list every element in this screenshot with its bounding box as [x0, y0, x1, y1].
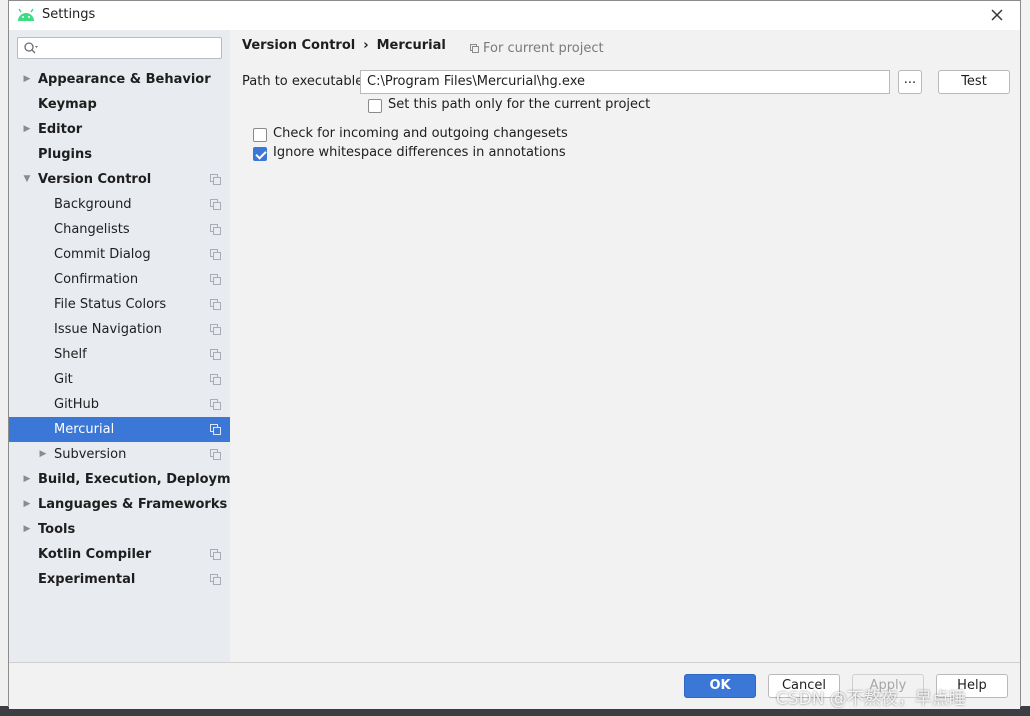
breadcrumb-separator: › — [363, 38, 369, 53]
ok-button[interactable]: OK — [684, 674, 756, 698]
sidebar-item[interactable]: File Status Colors — [9, 292, 230, 317]
sidebar-item[interactable]: ▶ Appearance & Behavior — [9, 67, 230, 92]
project-scope-icon — [210, 574, 221, 585]
sidebar-item[interactable]: GitHub — [9, 392, 230, 417]
search-input[interactable] — [17, 37, 222, 59]
project-scope-icon — [210, 224, 221, 235]
sidebar-item-label: Plugins — [38, 147, 92, 162]
sidebar-item-label: Languages & Frameworks — [38, 497, 228, 512]
ignore-whitespace-label: Ignore whitespace differences in annotat… — [273, 145, 566, 160]
sidebar-item-label: Experimental — [38, 572, 136, 587]
breadcrumb-current: Mercurial — [376, 38, 446, 53]
project-scope-icon — [210, 399, 221, 410]
sidebar-item[interactable]: Experimental — [9, 567, 230, 592]
expand-arrow-icon[interactable]: ▶ — [21, 517, 33, 542]
close-icon — [991, 9, 1003, 21]
settings-dialog: Settings ▶ Appearance & Behavior Keymap ▶ Ed… — [8, 0, 1021, 709]
check-incoming-checkbox[interactable] — [253, 128, 267, 142]
android-logo-icon — [18, 8, 34, 21]
browse-button[interactable]: ... — [898, 70, 922, 94]
sidebar-item[interactable]: Background — [9, 192, 230, 217]
sidebar-item-label: Tools — [38, 522, 76, 537]
title-bar: Settings — [9, 1, 1020, 30]
project-scope-icon — [210, 274, 221, 285]
sidebar-item[interactable]: ▼ Version Control — [9, 167, 230, 192]
sidebar-item-label: Changelists — [54, 222, 130, 237]
sidebar-item[interactable]: ▶ Build, Execution, Deployment — [9, 467, 255, 492]
project-scope-icon — [210, 424, 221, 435]
expand-arrow-icon[interactable]: ▶ — [21, 117, 33, 142]
sidebar-item-label: Commit Dialog — [54, 247, 151, 262]
background-ide-right — [1021, 0, 1030, 716]
scope-label: For current project — [483, 41, 604, 56]
ignore-whitespace-checkbox[interactable] — [253, 147, 267, 161]
sidebar-item[interactable]: Git — [9, 367, 230, 392]
project-scope-icon — [210, 324, 221, 335]
project-scope-icon — [210, 199, 221, 210]
path-to-executable-field[interactable]: C:\Program Files\Mercurial\hg.exe — [360, 70, 890, 94]
sidebar-item-label: Background — [54, 197, 132, 212]
current-project-only-label: Set this path only for the current proje… — [388, 97, 651, 112]
sidebar-item[interactable]: ▶ Tools — [9, 517, 230, 542]
sidebar-item-label: Git — [54, 372, 73, 387]
expand-arrow-icon[interactable]: ▶ — [21, 492, 33, 517]
project-scope-icon — [210, 249, 221, 260]
project-scope-icon — [210, 374, 221, 385]
sidebar-item[interactable]: ▶ Subversion — [9, 442, 230, 467]
sidebar-item[interactable]: Changelists — [9, 217, 230, 242]
project-scope-icon — [210, 449, 221, 460]
sidebar-item-label: Confirmation — [54, 272, 139, 287]
check-incoming-label: Check for incoming and outgoing changese… — [273, 126, 568, 141]
sidebar-item-label: Editor — [38, 122, 83, 137]
sidebar-item[interactable]: Issue Navigation — [9, 317, 230, 342]
current-project-only-checkbox[interactable] — [368, 99, 382, 113]
sidebar-item[interactable]: ▶ Editor — [9, 117, 230, 142]
project-scope-icon — [210, 174, 221, 185]
collapse-arrow-icon[interactable]: ▼ — [21, 167, 33, 192]
search-icon — [24, 42, 38, 54]
sidebar-item-label: Appearance & Behavior — [38, 72, 211, 87]
breadcrumb-parent[interactable]: Version Control — [242, 38, 355, 53]
sidebar-item[interactable]: Kotlin Compiler — [9, 542, 230, 567]
sidebar-item-label: Issue Navigation — [54, 322, 162, 337]
sidebar-item-label: Shelf — [54, 347, 87, 362]
sidebar-item[interactable]: Plugins — [9, 142, 230, 167]
path-to-executable-label: Path to executable — [242, 74, 364, 89]
settings-sidebar: ▶ Appearance & Behavior Keymap ▶ Editor Plugi… — [9, 30, 255, 662]
test-button[interactable]: Test — [938, 70, 1010, 94]
project-scope-icon — [470, 44, 479, 53]
close-button[interactable] — [986, 4, 1008, 26]
project-scope-icon — [210, 299, 221, 310]
scope-indicator: For current project — [470, 41, 604, 56]
sidebar-item[interactable]: Mercurial — [9, 417, 230, 442]
project-scope-icon — [210, 349, 221, 360]
mercurial-settings-panel: Version Control › Mercurial For current pr… — [230, 30, 1020, 662]
sidebar-item[interactable]: Keymap — [9, 92, 230, 117]
sidebar-item[interactable]: Commit Dialog — [9, 242, 230, 267]
sidebar-item-label: Kotlin Compiler — [38, 547, 152, 562]
sidebar-item-label: Subversion — [54, 447, 127, 462]
sidebar-item-label: Keymap — [38, 97, 97, 112]
project-scope-icon — [210, 549, 221, 560]
csdn-watermark: CSDN @不熬夜，早点睡 — [776, 689, 966, 709]
sidebar-item-label: File Status Colors — [54, 297, 167, 312]
sidebar-item-label: Version Control — [38, 172, 152, 187]
sidebar-item[interactable]: ▶ Languages & Frameworks — [9, 492, 230, 517]
expand-arrow-icon[interactable]: ▶ — [21, 467, 33, 492]
window-title: Settings — [42, 7, 96, 22]
breadcrumb: Version Control › Mercurial — [242, 38, 446, 53]
expand-arrow-icon[interactable]: ▶ — [37, 442, 49, 467]
sidebar-item-label: Mercurial — [54, 422, 115, 437]
sidebar-item[interactable]: Confirmation — [9, 267, 230, 292]
sidebar-item[interactable]: Shelf — [9, 342, 230, 367]
sidebar-item-label: Build, Execution, Deployment — [38, 472, 255, 487]
expand-arrow-icon[interactable]: ▶ — [21, 67, 33, 92]
sidebar-item-label: GitHub — [54, 397, 100, 412]
